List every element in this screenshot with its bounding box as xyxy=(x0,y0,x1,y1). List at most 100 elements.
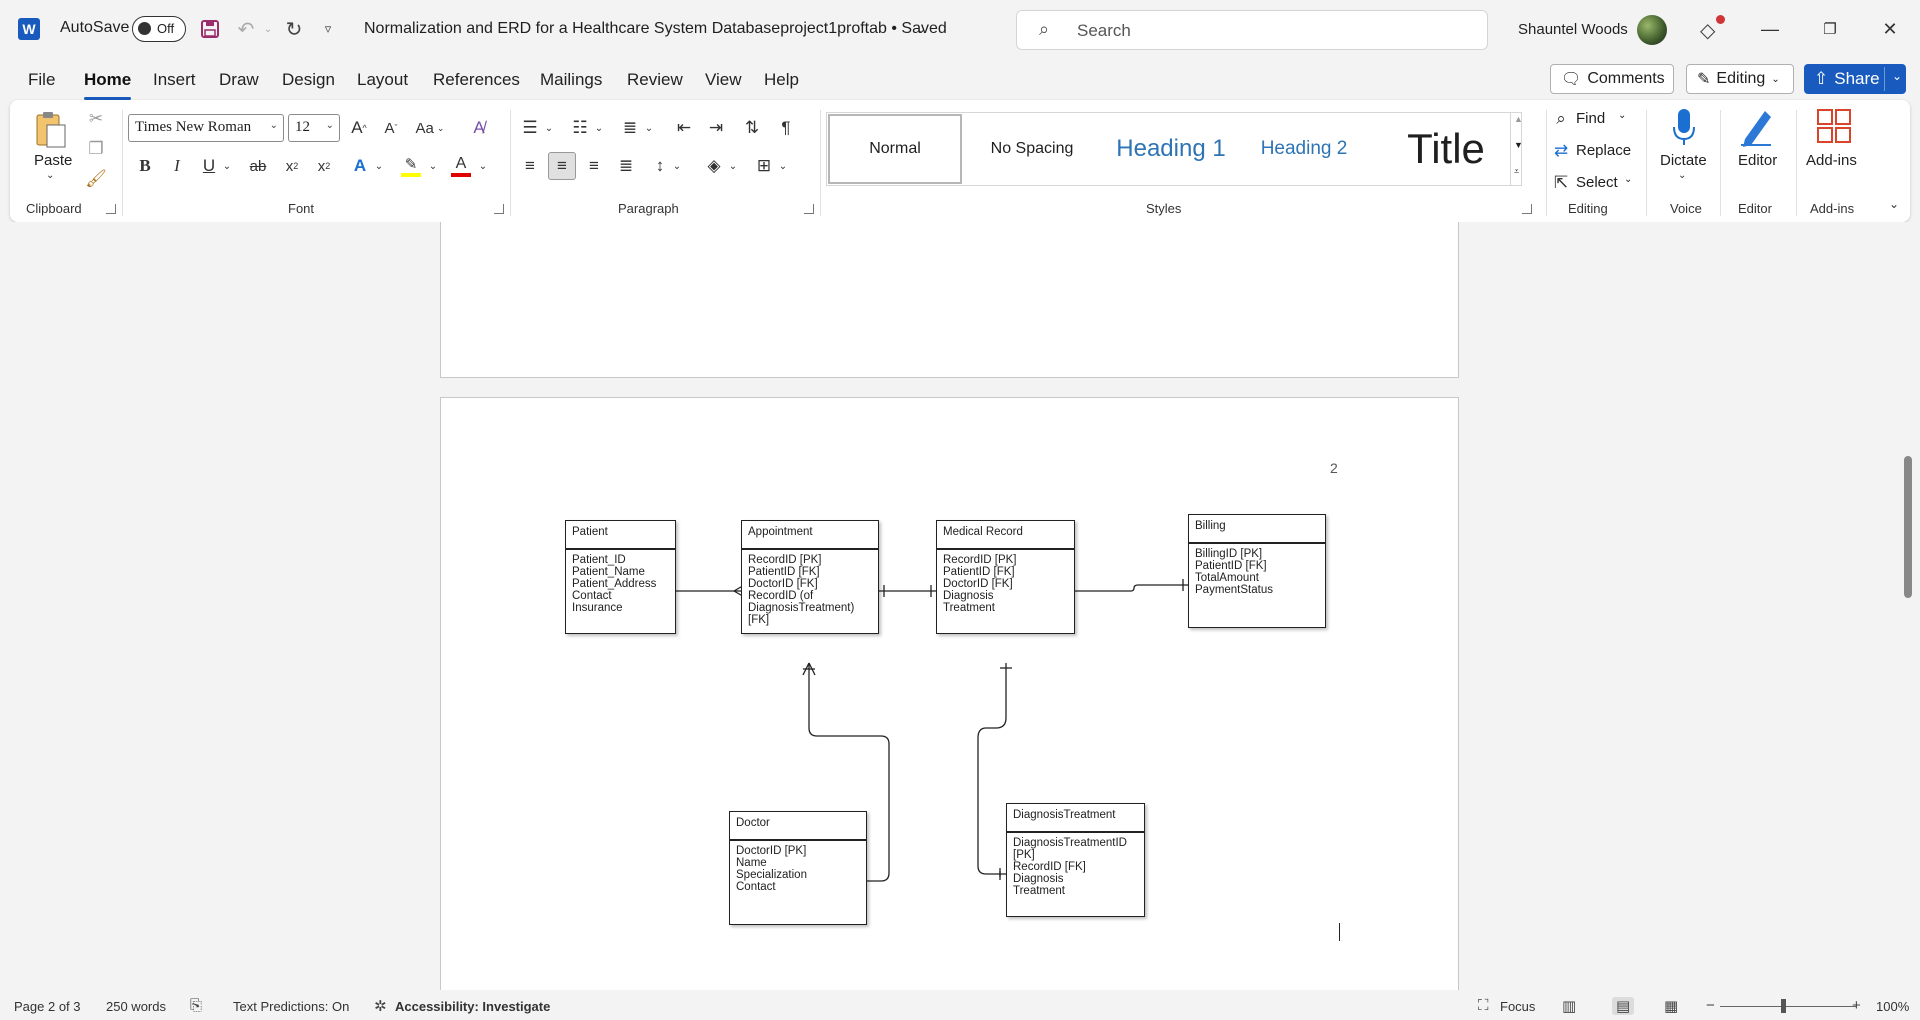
superscript-icon[interactable]: x2 xyxy=(312,154,336,178)
sort-icon[interactable]: ⇅ xyxy=(740,116,764,140)
bold-icon[interactable]: B xyxy=(134,154,156,178)
tab-layout[interactable]: Layout xyxy=(357,70,408,90)
focus-label[interactable]: Focus xyxy=(1500,999,1535,1014)
document-title[interactable]: Normalization and ERD for a Healthcare S… xyxy=(364,20,947,38)
style-no-spacing[interactable]: No Spacing xyxy=(965,114,1099,184)
entity-diagnosis-treatment[interactable]: DiagnosisTreatment DiagnosisTreatmentID … xyxy=(1006,803,1145,917)
select-label[interactable]: Select xyxy=(1576,174,1618,191)
multilevel-dropdown-icon[interactable]: ⌄ xyxy=(642,116,656,140)
decrease-indent-icon[interactable]: ⇤ xyxy=(672,116,696,140)
underline-dropdown-icon[interactable]: ⌄ xyxy=(220,154,234,178)
vertical-scrollbar-thumb[interactable] xyxy=(1904,456,1912,598)
paragraph-launcher-icon[interactable] xyxy=(804,204,814,214)
styles-launcher-icon[interactable] xyxy=(1522,204,1532,214)
increase-indent-icon[interactable]: ⇥ xyxy=(704,116,728,140)
shading-icon[interactable]: ◈ xyxy=(702,154,726,178)
numbering-dropdown-icon[interactable]: ⌄ xyxy=(592,116,606,140)
bullets-icon[interactable]: ☰ xyxy=(518,116,542,140)
highlight-dropdown-icon[interactable]: ⌄ xyxy=(426,154,440,178)
collapse-ribbon-icon[interactable]: ⌄ xyxy=(1886,196,1902,212)
read-mode-icon[interactable]: ▥ xyxy=(1562,997,1576,1015)
cut-icon[interactable]: ✂ xyxy=(84,108,108,130)
paste-label[interactable]: Paste xyxy=(34,152,72,169)
grow-font-icon[interactable]: A ^ xyxy=(346,116,372,140)
focus-icon[interactable]: ⛶ xyxy=(1478,997,1489,1014)
line-spacing-dropdown-icon[interactable]: ⌄ xyxy=(670,154,684,178)
dictate-label[interactable]: Dictate xyxy=(1660,152,1707,169)
zoom-out-icon[interactable]: − xyxy=(1706,997,1715,1014)
tab-help[interactable]: Help xyxy=(764,70,799,90)
zoom-slider-thumb[interactable] xyxy=(1781,999,1786,1013)
font-color-icon[interactable]: A xyxy=(448,152,474,180)
minimize-icon[interactable]: — xyxy=(1750,14,1790,44)
zoom-in-icon[interactable]: + xyxy=(1852,997,1861,1014)
customize-quick-access-icon[interactable]: ▿ xyxy=(314,15,342,43)
replace-icon[interactable]: ⇄ xyxy=(1550,140,1572,162)
clear-formatting-icon[interactable]: A̸ xyxy=(466,116,492,140)
editor-icon[interactable] xyxy=(1736,104,1776,148)
word-count[interactable]: 250 words xyxy=(106,999,166,1014)
proofing-icon[interactable]: ⎘ xyxy=(190,997,202,1014)
font-size-dropdown-icon[interactable]: ⌄ xyxy=(326,120,334,131)
tab-review[interactable]: Review xyxy=(627,70,683,90)
select-dropdown-icon[interactable]: ⌄ xyxy=(1624,174,1632,185)
zoom-slider[interactable] xyxy=(1720,1006,1856,1007)
borders-dropdown-icon[interactable]: ⌄ xyxy=(776,154,790,178)
search-box[interactable]: ⌕ Search xyxy=(1016,10,1488,50)
share-dropdown-icon[interactable]: ⌄ xyxy=(1892,69,1902,83)
style-heading-2[interactable]: Heading 2 xyxy=(1241,114,1367,184)
text-predictions[interactable]: Text Predictions: On xyxy=(233,999,349,1014)
bullets-dropdown-icon[interactable]: ⌄ xyxy=(542,116,556,140)
title-chevron-down-icon[interactable]: ⌄ xyxy=(916,22,926,36)
change-case-icon[interactable]: Aa ⌄ xyxy=(410,116,450,140)
text-effects-icon[interactable]: A xyxy=(348,154,372,178)
user-name[interactable]: Shauntel Woods xyxy=(1518,21,1628,38)
shading-dropdown-icon[interactable]: ⌄ xyxy=(726,154,740,178)
font-color-dropdown-icon[interactable]: ⌄ xyxy=(476,154,490,178)
gallery-more-icon[interactable]: ⩡ xyxy=(1514,166,1519,177)
undo-dropdown-icon[interactable]: ⌄ xyxy=(254,15,282,43)
entity-appointment[interactable]: Appointment RecordID [PK] PatientID [FK]… xyxy=(741,520,879,634)
numbering-icon[interactable]: ☷ xyxy=(568,116,592,140)
save-icon[interactable] xyxy=(196,15,224,43)
font-launcher-icon[interactable] xyxy=(494,204,504,214)
entity-patient[interactable]: Patient Patient_ID Patient_Name Patient_… xyxy=(565,520,676,634)
replace-label[interactable]: Replace xyxy=(1576,142,1631,159)
microphone-icon[interactable] xyxy=(1666,104,1702,150)
tab-file[interactable]: File xyxy=(28,70,55,90)
styles-gallery-scroll[interactable]: ▲ ▼ ⩡ xyxy=(1510,112,1524,186)
format-painter-icon[interactable]: 🖌 xyxy=(84,168,108,190)
page-2[interactable]: 2 Patient Patient_ID Patient_Name Patien… xyxy=(440,397,1459,990)
tab-view[interactable]: View xyxy=(705,70,742,90)
restore-icon[interactable]: ❐ xyxy=(1810,14,1850,44)
italic-icon[interactable]: I xyxy=(166,154,188,178)
editor-label[interactable]: Editor xyxy=(1738,152,1777,169)
copy-icon[interactable]: ❐ xyxy=(84,138,108,160)
strikethrough-icon[interactable]: ab xyxy=(246,154,270,178)
editing-mode-button[interactable]: ✎ Editing ⌄ xyxy=(1686,64,1794,94)
addins-label[interactable]: Add-ins xyxy=(1806,152,1857,169)
zoom-level[interactable]: 100% xyxy=(1876,999,1909,1014)
avatar[interactable] xyxy=(1637,15,1667,45)
tab-insert[interactable]: Insert xyxy=(153,70,196,90)
font-name-box[interactable]: Times New Roman ⌄ xyxy=(128,114,284,142)
web-layout-icon[interactable]: ▦ xyxy=(1664,997,1678,1015)
comments-button[interactable]: 🗨 Comments xyxy=(1550,64,1674,94)
print-layout-icon[interactable]: ▤ xyxy=(1612,997,1635,1015)
tab-home[interactable]: Home xyxy=(84,70,132,100)
premium-diamond-icon[interactable]: ◇ xyxy=(1700,18,1715,43)
clipboard-launcher-icon[interactable] xyxy=(106,204,116,214)
align-right-icon[interactable]: ≡ xyxy=(582,154,606,178)
paste-icon[interactable] xyxy=(32,108,70,152)
justify-icon[interactable]: ≣ xyxy=(614,154,638,178)
underline-icon[interactable]: U xyxy=(198,154,220,178)
accessibility-status[interactable]: Accessibility: Investigate xyxy=(395,999,550,1014)
gallery-up-icon[interactable]: ▲ xyxy=(1514,114,1523,124)
text-effects-dropdown-icon[interactable]: ⌄ xyxy=(372,154,386,178)
multilevel-list-icon[interactable]: ≣ xyxy=(618,116,642,140)
highlight-color-icon[interactable]: ✎ xyxy=(398,152,424,180)
select-cursor-icon[interactable]: ⇱ xyxy=(1550,172,1572,194)
line-spacing-icon[interactable]: ↕ xyxy=(648,154,672,178)
autosave-toggle[interactable]: Off xyxy=(132,16,186,42)
style-heading-1[interactable]: Heading 1 xyxy=(1103,114,1239,184)
